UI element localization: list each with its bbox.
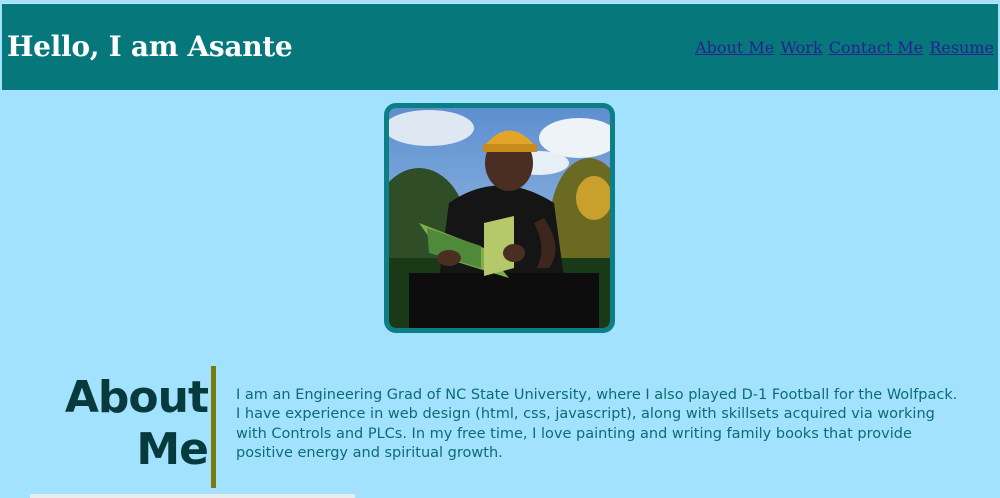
nav-link-resume[interactable]: Resume: [929, 38, 994, 57]
site-title: Hello, I am Asante: [7, 30, 293, 63]
site-header: Hello, I am Asante About Me Work Contact…: [2, 3, 998, 90]
about-section: About Me I am an Engineering Grad of NC …: [0, 366, 1000, 491]
about-heading: About Me: [64, 372, 209, 476]
about-heading-line1: About: [64, 372, 209, 423]
nav-link-contact-me[interactable]: Contact Me: [829, 38, 923, 57]
about-divider-bar: [211, 366, 216, 488]
bottom-edge-strip: [30, 494, 355, 498]
main-nav: About Me Work Contact Me Resume: [694, 38, 994, 57]
nav-link-about-me[interactable]: About Me: [695, 38, 774, 57]
profile-photo: [384, 103, 615, 333]
profile-photo-image: [389, 108, 610, 328]
nav-link-work[interactable]: Work: [780, 38, 822, 57]
about-text: I am an Engineering Grad of NC State Uni…: [236, 387, 958, 461]
about-heading-line2: Me: [136, 424, 209, 475]
